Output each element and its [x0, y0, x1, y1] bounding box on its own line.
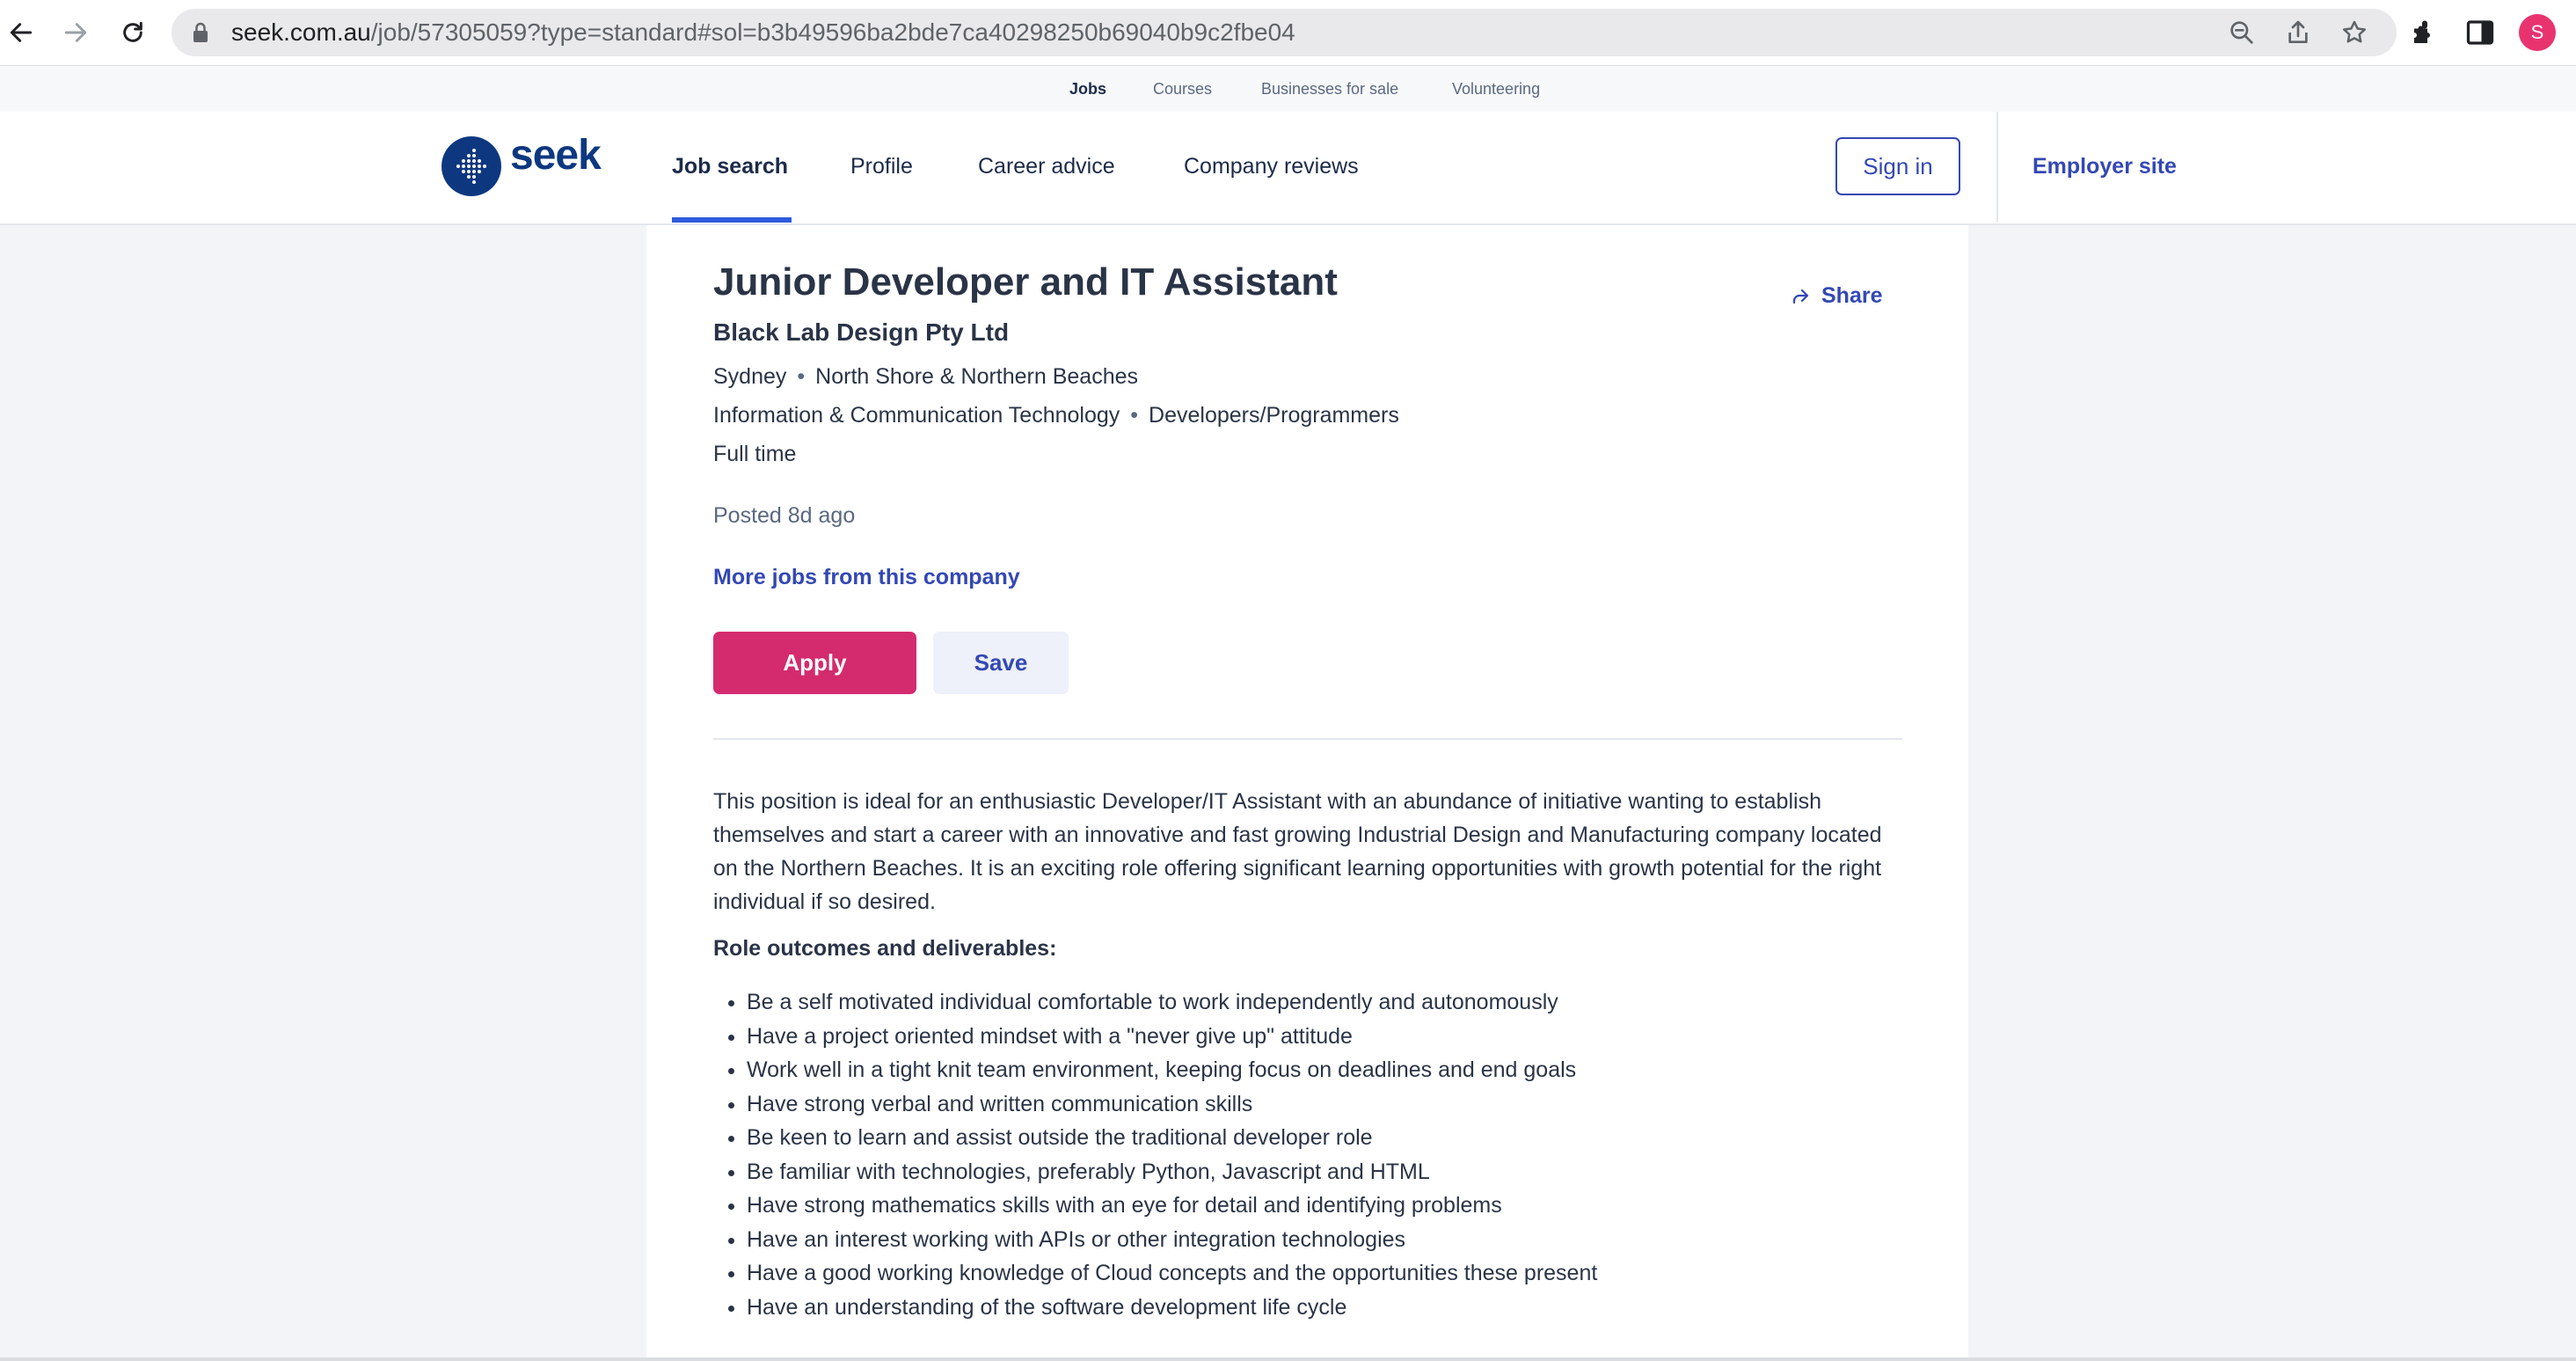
toplink-volunteering[interactable]: Volunteering — [1452, 66, 1540, 112]
url-text: seek.com.au/job/57305059?type=standard#s… — [231, 18, 1295, 46]
browser-toolbar: seek.com.au/job/57305059?type=standard#s… — [0, 0, 2576, 66]
location-area: North Shore & Northern Beaches — [815, 364, 1139, 389]
list-item: Have strong mathematics skills with an e… — [747, 1189, 1597, 1223]
share-label: Share — [1821, 283, 1883, 308]
share-arrow-icon — [1792, 289, 1809, 304]
location-city: Sydney — [713, 364, 787, 389]
list-item: Be familiar with technologies, preferabl… — [747, 1155, 1597, 1189]
save-button[interactable]: Save — [933, 632, 1069, 694]
job-classification: Information & Communication Technology • D… — [713, 403, 1399, 428]
seek-logo-text[interactable]: seek — [510, 131, 602, 179]
job-title: Junior Developer and IT Assistant — [713, 260, 1338, 304]
employer-site-link[interactable]: Employer site — [2032, 112, 2177, 222]
section-divider — [713, 738, 1902, 740]
extensions-puzzle-icon[interactable] — [2409, 17, 2441, 48]
separator-dot: • — [1130, 403, 1139, 428]
address-bar[interactable]: seek.com.au/job/57305059?type=standard#s… — [171, 9, 2397, 56]
bookmark-star-icon[interactable] — [2340, 18, 2368, 47]
list-item: Have a good working knowledge of Cloud c… — [747, 1256, 1597, 1291]
posted-date: Posted 8d ago — [713, 503, 856, 528]
list-item: Have an understanding of the software de… — [747, 1291, 1597, 1325]
list-item: Have strong verbal and written communica… — [747, 1087, 1597, 1122]
profile-avatar[interactable]: S — [2519, 14, 2556, 51]
company-name[interactable]: Black Lab Design Pty Ltd — [713, 318, 1009, 347]
subclassification: Developers/Programmers — [1149, 403, 1399, 428]
list-item: Have a project oriented mindset with a "… — [747, 1020, 1597, 1054]
list-item: Be keen to learn and assist outside the … — [747, 1121, 1597, 1155]
nav-job-search[interactable]: Job search — [672, 112, 788, 222]
job-details-card: Junior Developer and IT Assistant Black … — [646, 225, 1968, 1361]
toplink-jobs[interactable]: Jobs — [1069, 66, 1106, 112]
header-divider — [1996, 112, 1998, 222]
classification: Information & Communication Technology — [713, 403, 1120, 428]
lock-icon — [193, 22, 208, 42]
nav-career-advice[interactable]: Career advice — [978, 112, 1115, 222]
share-page-icon[interactable] — [2284, 18, 2312, 47]
sign-in-button[interactable]: Sign in — [1835, 137, 1960, 195]
more-jobs-link[interactable]: More jobs from this company — [713, 565, 1020, 590]
back-arrow-icon[interactable] — [4, 16, 38, 49]
job-location: Sydney • North Shore & Northern Beaches — [713, 364, 1138, 390]
site-switcher-bar: Jobs Courses Businesses for sale Volunte… — [0, 66, 2576, 112]
reload-icon[interactable] — [116, 16, 150, 49]
apply-button[interactable]: Apply — [713, 632, 916, 694]
active-nav-indicator — [672, 217, 792, 223]
forward-arrow-icon[interactable] — [59, 16, 92, 49]
window-bottom-border — [0, 1357, 2576, 1361]
toplink-businesses-for-sale[interactable]: Businesses for sale — [1261, 66, 1398, 112]
separator-dot: • — [797, 364, 806, 389]
share-button[interactable]: Share — [1790, 283, 1882, 309]
site-header: seek Job search Profile Career advice Co… — [0, 112, 2576, 225]
side-panel-icon[interactable] — [2464, 17, 2496, 48]
list-item: Be a self motivated individual comfortab… — [747, 985, 1597, 1020]
nav-profile[interactable]: Profile — [850, 112, 913, 222]
list-item: Work well in a tight knit team environme… — [747, 1053, 1597, 1087]
work-type: Full time — [713, 442, 797, 466]
nav-company-reviews[interactable]: Company reviews — [1184, 112, 1359, 222]
seek-logo-icon[interactable] — [441, 135, 502, 197]
list-item: Have an interest working with APIs or ot… — [747, 1223, 1597, 1257]
toplink-courses[interactable]: Courses — [1153, 66, 1212, 112]
deliverables-list: Be a self motivated individual comfortab… — [713, 985, 1597, 1324]
section-heading: Role outcomes and deliverables: — [713, 936, 1057, 961]
zoom-icon[interactable] — [2228, 18, 2256, 47]
job-description: This position is ideal for an enthusiast… — [713, 789, 1882, 914]
